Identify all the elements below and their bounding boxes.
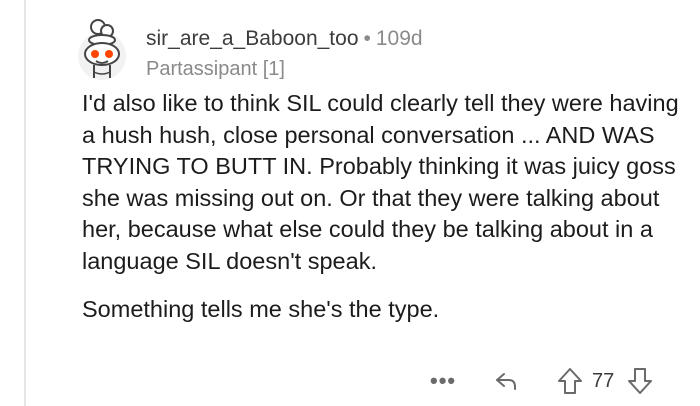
- comment-paragraph: I'd also like to think SIL could clearly…: [82, 90, 679, 274]
- comment-actions: ••• 77: [430, 364, 690, 398]
- thread-line[interactable]: [24, 0, 26, 406]
- upvote-icon: [558, 368, 582, 394]
- comment-paragraph: Something tells me she's the type.: [82, 295, 440, 322]
- reply-icon: [496, 373, 516, 390]
- downvote-button[interactable]: [626, 364, 654, 398]
- downvote-icon: [628, 368, 652, 394]
- comment: sir_are_a_Baboon_too • 109d Partassipant […: [0, 0, 700, 406]
- user-flair: Partassipant [1]: [146, 58, 285, 80]
- more-icon: •••: [430, 368, 457, 393]
- avatar[interactable]: [72, 18, 130, 82]
- username[interactable]: sir_are_a_Baboon_too: [146, 27, 359, 50]
- separator: •: [363, 27, 371, 50]
- more-options-button[interactable]: •••: [430, 364, 456, 398]
- upvote-button[interactable]: [556, 364, 584, 398]
- author-line: sir_are_a_Baboon_too • 109d: [146, 26, 423, 52]
- reply-button[interactable]: [492, 364, 520, 398]
- comment-body: I'd also like to think SIL could clearly…: [82, 88, 682, 325]
- comment-header: sir_are_a_Baboon_too • 109d Partassipant […: [146, 26, 423, 82]
- comment-age: 109d: [375, 27, 423, 50]
- vote-score: 77: [592, 370, 615, 392]
